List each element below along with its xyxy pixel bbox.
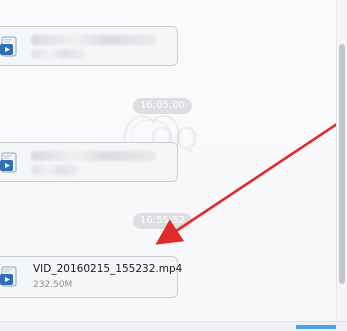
file-size: 232.50M (33, 280, 73, 290)
input-area-edge (0, 321, 347, 331)
video-file-icon (0, 266, 17, 287)
message-timestamp: 16:05:00 (133, 98, 192, 114)
file-message-card[interactable]: VID_20160215_155232.mp4 232.50M (0, 256, 182, 298)
file-name[interactable]: VID_20160215_155232.mp4 (33, 263, 182, 275)
file-message-card[interactable] (0, 142, 178, 182)
blurred-filename (31, 35, 156, 45)
blurred-filesize (31, 165, 79, 175)
chat-window: QQ 16:05:00 16:55:52 VID_20160215_155232… (0, 0, 347, 331)
send-button-edge[interactable] (296, 325, 336, 329)
blurred-filesize (31, 49, 86, 59)
video-file-icon (0, 152, 17, 173)
message-timestamp: 16:55:52 (133, 213, 192, 229)
blurred-filename (31, 151, 156, 161)
scrollbar-thumb[interactable] (339, 44, 345, 284)
file-message-card[interactable] (0, 26, 178, 66)
video-file-icon (0, 36, 17, 57)
